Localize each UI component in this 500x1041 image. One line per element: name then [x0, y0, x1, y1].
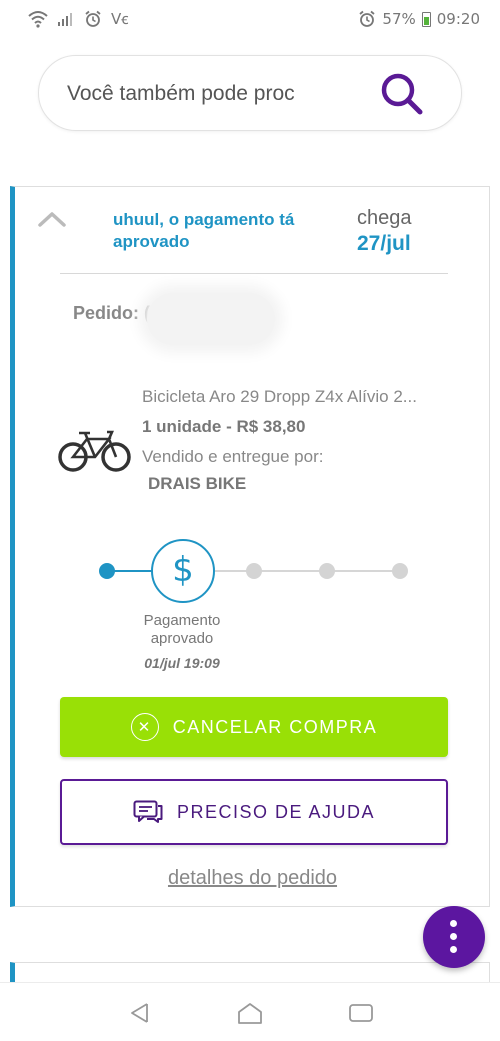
recents-icon[interactable] — [348, 1001, 374, 1025]
alarm-icon — [359, 10, 375, 27]
help-label: PRECISO DE AJUDA — [176, 801, 376, 822]
progress-step-label: Pagamento aprovado — [143, 612, 221, 647]
progress-step-dot — [319, 563, 335, 579]
search-input[interactable]: Você também pode proc — [67, 82, 295, 106]
navigation-bar — [0, 982, 500, 1041]
seller-name: DRAIS BIKE — [148, 474, 247, 493]
bicycle-image[interactable] — [57, 425, 133, 475]
cancel-purchase-label: CANCELAR COMPRA — [172, 716, 378, 737]
chat-icon — [133, 800, 163, 823]
order-number-redacted — [147, 293, 275, 345]
status-bar-left: Vꞓ — [28, 9, 128, 29]
help-button[interactable]: PRECISO DE AJUDA — [60, 779, 448, 845]
chevron-up-icon[interactable] — [37, 209, 67, 229]
seller-label: Vendido e entregue por: — [142, 447, 324, 466]
progress-step-dot — [99, 563, 115, 579]
arrival-date: 27/jul — [357, 232, 411, 255]
order-card: uhuul, o pagamento tá aprovado chega 27/… — [10, 186, 490, 907]
dollar-icon: $ — [151, 539, 215, 603]
battery-percent: 57% — [382, 10, 416, 28]
home-icon[interactable] — [236, 1001, 264, 1025]
cancel-icon: ✕ — [130, 713, 159, 741]
product-quantity-price: 1 unidade - R$ 38,80 — [142, 417, 306, 436]
divider — [60, 273, 448, 274]
order-number-label: Pedido: ( — [73, 303, 150, 323]
more-vertical-icon — [450, 920, 457, 927]
order-details-link[interactable]: detalhes do pedido — [15, 867, 490, 890]
back-icon[interactable] — [128, 1001, 152, 1025]
progress-step-date: 01/jul 19:09 — [144, 655, 220, 671]
battery-icon — [421, 11, 431, 27]
status-bar: Vꞓ 57% 09:20 — [0, 0, 500, 42]
search-icon[interactable] — [379, 72, 425, 116]
carrier-text: Vꞓ — [111, 10, 129, 28]
cancel-purchase-button[interactable]: ✕ CANCELAR COMPRA — [60, 697, 448, 757]
signal-icon — [58, 13, 72, 26]
progress-step-dot — [246, 563, 262, 579]
status-bar-right: 57% 09:20 — [358, 10, 480, 28]
order-status-title: uhuul, o pagamento tá aprovado — [113, 210, 295, 251]
arrival-label: chega — [357, 207, 412, 229]
more-options-button[interactable] — [423, 906, 485, 968]
wifi-icon — [28, 11, 48, 28]
search-bar[interactable]: Você também pode proc — [38, 55, 462, 131]
progress-line-pending — [215, 570, 405, 572]
progress-step-dot — [392, 563, 408, 579]
clock: 09:20 — [436, 10, 480, 28]
product-name[interactable]: Bicicleta Aro 29 Dropp Z4x Alívio 2... — [142, 387, 452, 407]
alarm-icon — [85, 10, 101, 27]
